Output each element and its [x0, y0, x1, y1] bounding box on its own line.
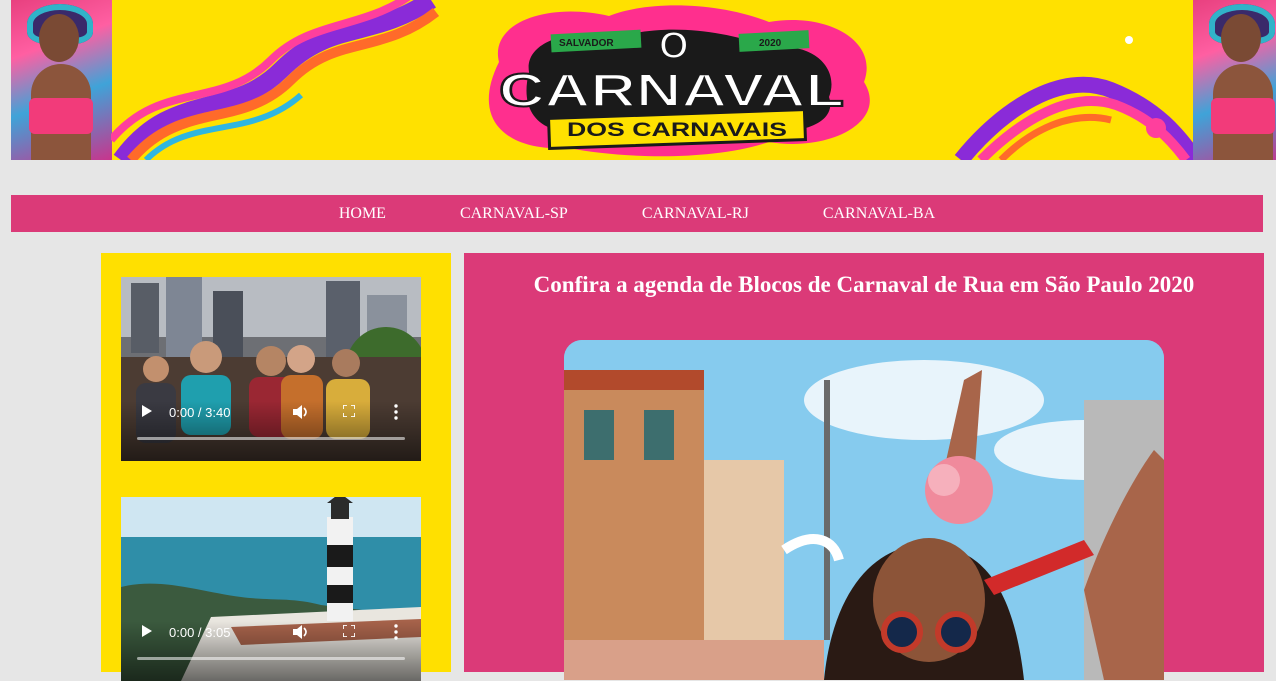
swirl-decoration-left — [111, 0, 440, 160]
swirl-decoration-right — [954, 36, 1201, 160]
fullscreen-icon[interactable] — [343, 405, 355, 417]
video-time: 0:00 / 3:05 — [169, 625, 231, 640]
nav-carnaval-rj-link[interactable]: CARNAVAL-RJ — [642, 205, 749, 223]
nav-carnaval-sp-link[interactable]: CARNAVAL-SP — [460, 205, 568, 223]
play-icon[interactable] — [140, 625, 152, 637]
volume-icon[interactable] — [293, 625, 309, 639]
logo-year: 2020 — [759, 38, 782, 49]
dancer-image-left — [11, 0, 112, 160]
article-title: Confira a agenda de Blocos de Carnaval d… — [533, 272, 1195, 297]
main-nav: HOME CARNAVAL-SP CARNAVAL-RJ CARNAVAL-BA — [11, 195, 1263, 232]
nav-carnaval-ba-link[interactable]: CARNAVAL-BA — [823, 205, 935, 223]
nav-home-link[interactable]: HOME — [339, 205, 386, 223]
carnaval-logo: SALVADOR 2020 O CARNAVAL DOS CARNAVAIS — [488, 5, 870, 157]
logo-top-letter: O — [659, 25, 689, 67]
video-time: 0:00 / 3:40 — [169, 405, 231, 420]
logo-sub-text: DOS CARNAVAIS — [567, 120, 787, 141]
dancer-image-right — [1193, 0, 1276, 160]
play-icon[interactable] — [140, 405, 152, 417]
video-controls — [121, 401, 421, 461]
logo-city: SALVADOR — [559, 38, 614, 49]
more-options-icon[interactable] — [394, 404, 398, 420]
volume-icon[interactable] — [293, 405, 309, 419]
more-options-icon[interactable] — [394, 624, 398, 640]
hero-image — [564, 340, 1164, 680]
video-player-1[interactable]: 0:00 / 3:40 — [121, 277, 421, 461]
fullscreen-icon[interactable] — [343, 625, 355, 637]
logo-main-text: CARNAVAL — [499, 64, 844, 116]
video-progress-bar[interactable] — [137, 437, 405, 440]
video-controls — [121, 621, 421, 681]
video-sidebar: 0:00 / 3:40 0:00 / 3:05 — [101, 253, 451, 681]
video-progress-bar[interactable] — [137, 657, 405, 660]
video-player-2[interactable]: 0:00 / 3:05 — [121, 497, 421, 681]
main-content: Confira a agenda de Blocos de Carnaval d… — [464, 253, 1264, 680]
header-banner: SALVADOR 2020 O CARNAVAL DOS CARNAVAIS — [11, 0, 1276, 160]
